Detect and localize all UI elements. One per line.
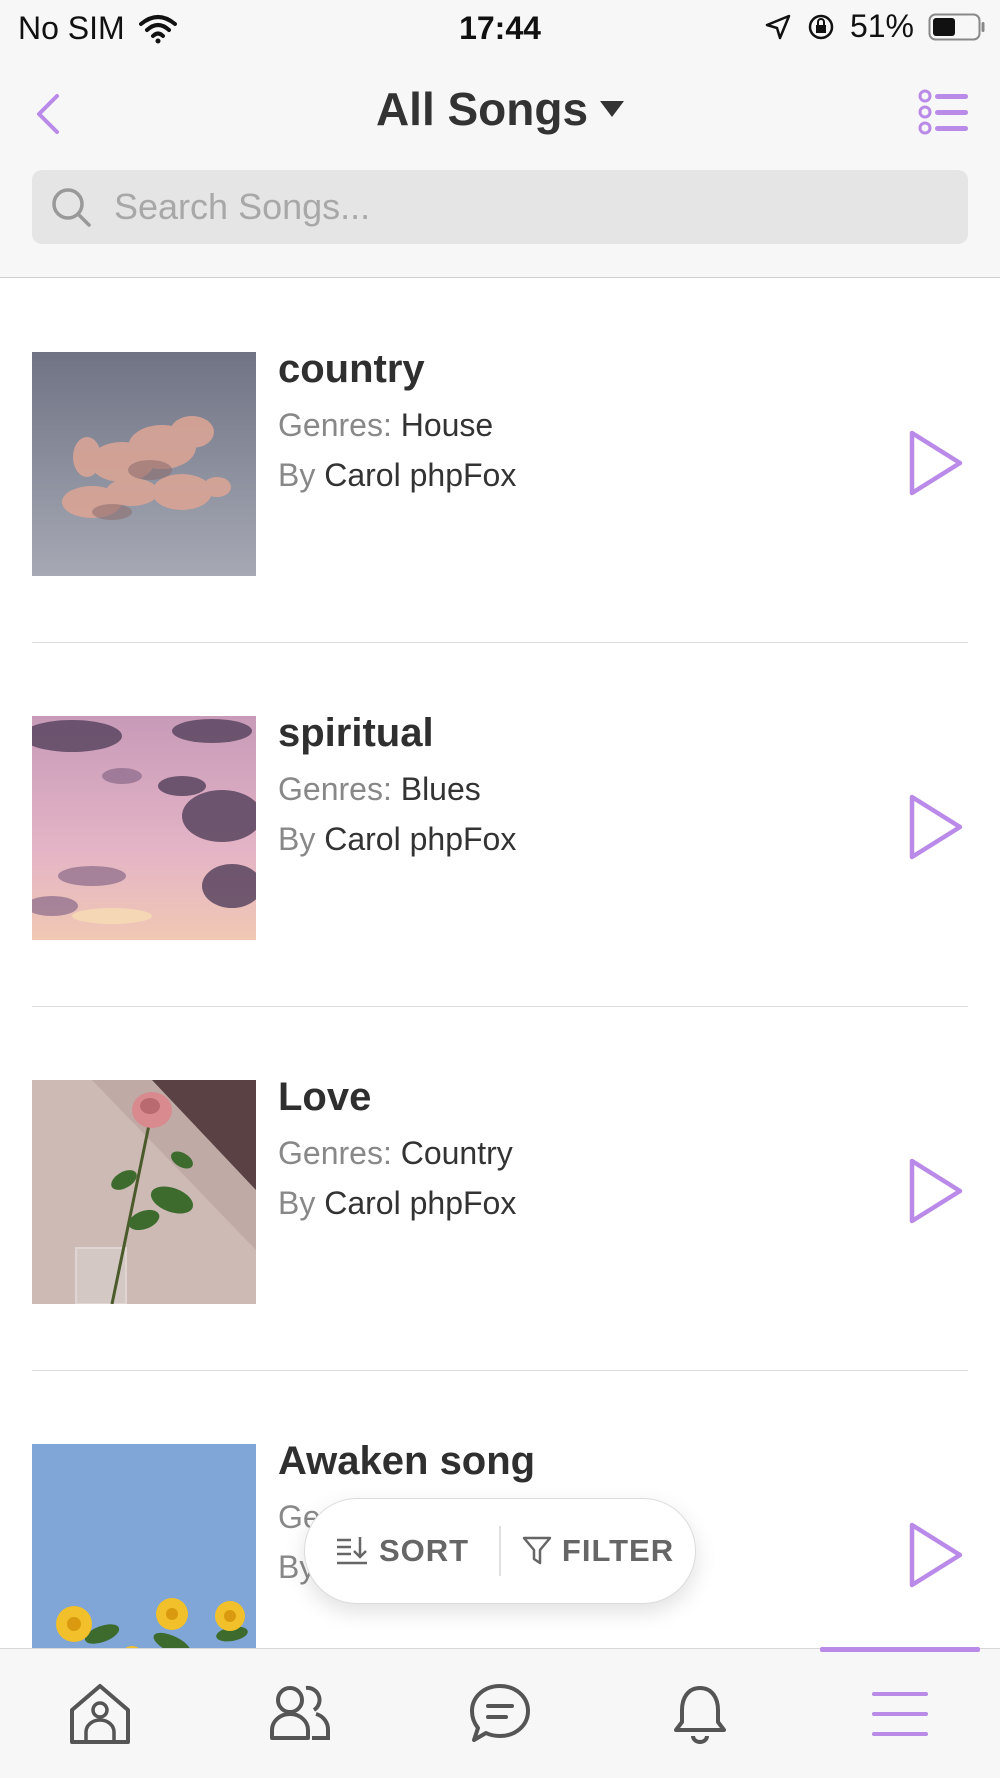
location-icon — [765, 14, 791, 39]
filter-button[interactable]: FILTER — [501, 1499, 695, 1603]
song-title[interactable]: country — [278, 347, 425, 392]
artist-name[interactable]: Carol phpFox — [324, 821, 516, 857]
artist-name[interactable]: Carol phpFox — [324, 457, 516, 493]
play-icon — [909, 1522, 963, 1588]
menu-icon — [872, 1692, 928, 1736]
page-title: All Songs — [375, 83, 589, 135]
song-item[interactable]: country Genres: House By Carol phpFox — [0, 279, 1000, 643]
play-button[interactable] — [906, 427, 966, 499]
song-artwork — [32, 716, 256, 940]
song-title[interactable]: spiritual — [278, 711, 434, 756]
by-label: By — [278, 1185, 316, 1221]
song-genre: Genres: Blues — [278, 771, 481, 808]
by-label: By — [278, 821, 316, 857]
nav-menu[interactable] — [800, 1649, 1000, 1778]
nav-friends[interactable] — [200, 1649, 400, 1778]
song-artwork — [32, 352, 256, 576]
filter-icon — [522, 1536, 552, 1565]
play-icon — [909, 794, 963, 860]
genre-value: House — [400, 407, 494, 443]
status-bar: No SIM 17:44 51% — [0, 0, 1000, 56]
nav-notifications[interactable] — [600, 1649, 800, 1778]
song-artwork — [32, 1444, 256, 1668]
song-title[interactable]: Awaken song — [278, 1439, 535, 1484]
sort-icon — [336, 1537, 367, 1565]
genre-value: Blues — [400, 771, 481, 807]
sort-button[interactable]: SORT — [305, 1499, 499, 1603]
bell-icon — [674, 1686, 726, 1744]
battery-percent: 51% — [849, 8, 914, 44]
play-button[interactable] — [906, 1155, 966, 1227]
friends-icon — [270, 1685, 330, 1740]
genre-label: Genres: — [278, 1135, 392, 1171]
header: All Songs — [0, 56, 1000, 278]
play-button[interactable] — [906, 791, 966, 863]
page-title-dropdown[interactable]: All Songs — [0, 82, 1000, 136]
search-bar[interactable] — [32, 170, 968, 244]
song-item[interactable]: Love Genres: Country By Carol phpFox — [0, 1007, 1000, 1371]
home-icon — [70, 1684, 130, 1744]
song-genre: Genres: House — [278, 407, 493, 444]
play-button[interactable] — [906, 1519, 966, 1591]
list-view-button[interactable] — [918, 86, 970, 138]
play-icon — [909, 1158, 963, 1224]
caret-down-icon — [600, 100, 625, 117]
sort-filter-bar: SORT FILTER — [304, 1498, 696, 1604]
by-label: By — [278, 457, 316, 493]
song-item[interactable]: spiritual Genres: Blues By Carol phpFox — [0, 643, 1000, 1007]
song-artist: By Carol phpFox — [278, 457, 516, 494]
bottom-nav — [0, 1647, 1000, 1778]
song-artist: By Carol phpFox — [278, 1185, 516, 1222]
genre-label: Genres: — [278, 407, 392, 443]
genre-label: Genres: — [278, 771, 392, 807]
genre-value: Country — [400, 1135, 513, 1171]
battery-icon — [928, 13, 985, 40]
search-input[interactable] — [114, 170, 944, 244]
chat-icon — [470, 1684, 530, 1742]
song-genre: Genres: Country — [278, 1135, 513, 1172]
rotation-lock-icon — [808, 14, 834, 39]
search-icon — [52, 188, 91, 227]
list-icon — [918, 89, 968, 135]
play-icon — [909, 430, 963, 496]
song-title[interactable]: Love — [278, 1075, 371, 1120]
filter-label: FILTER — [561, 1533, 675, 1568]
song-artwork — [32, 1080, 256, 1304]
nav-messages[interactable] — [400, 1649, 600, 1778]
nav-home[interactable] — [0, 1649, 200, 1778]
artist-name[interactable]: Carol phpFox — [324, 1185, 516, 1221]
status-right: 51% — [764, 8, 986, 45]
sort-label: SORT — [378, 1533, 470, 1568]
song-artist: By Carol phpFox — [278, 821, 516, 858]
